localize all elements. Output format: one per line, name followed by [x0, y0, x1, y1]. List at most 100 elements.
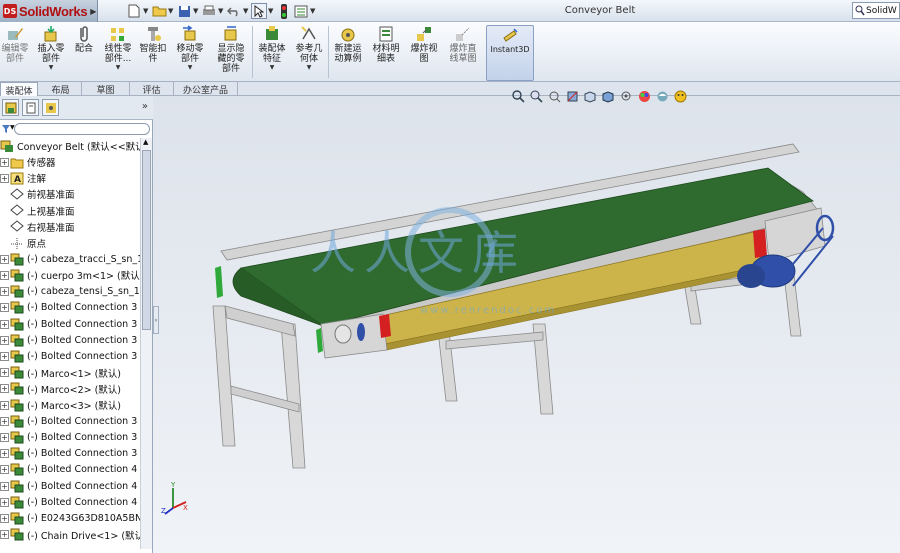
tree-item[interactable]: 上视基准面 — [0, 203, 140, 219]
tree-item[interactable]: + (-) Bolted Connection 3 — [0, 446, 140, 462]
tree-scrollbar[interactable]: ▲ — [140, 138, 152, 549]
tree-item[interactable]: 原点 — [0, 235, 140, 251]
tree-item[interactable]: + (-) Bolted Connection 3 — [0, 316, 140, 332]
tree-item[interactable]: + (-) Bolted Connection 3 — [0, 348, 140, 364]
expand-toggle-icon[interactable]: + — [0, 173, 9, 183]
assembly-features-button[interactable]: 装配体 特征 ▼ — [255, 25, 289, 81]
tree-item[interactable]: + (-) cabeza_tracci_S_sn_1 — [0, 251, 140, 267]
feature-manager-tab[interactable] — [2, 99, 19, 116]
tree-item[interactable]: + (-) Bolted Connection 4 — [0, 494, 140, 510]
tree-item[interactable]: 前视基准面 — [0, 186, 140, 202]
move-component-button[interactable]: 移动零 部件 ▼ — [172, 25, 208, 81]
expand-toggle-icon[interactable]: + — [0, 513, 9, 523]
tree-item[interactable]: + (-) Bolted Connection 4 — [0, 478, 140, 494]
chevron-down-icon[interactable]: ▼ — [243, 3, 250, 19]
chevron-down-icon[interactable]: ▼ — [268, 3, 275, 19]
show-hidden-components-button[interactable]: 显示隐 藏的零 部件 — [213, 25, 249, 81]
expand-toggle-icon[interactable]: + — [0, 432, 9, 442]
expand-toggle-icon[interactable]: + — [0, 481, 9, 491]
expand-toggle-icon[interactable]: + — [0, 400, 9, 410]
conveyor-belt-model[interactable] — [153, 96, 900, 553]
tree-item[interactable]: + (-) Bolted Connection 4 — [0, 462, 140, 478]
tree-item[interactable]: + (-) cuerpo 3m<1> (默认 — [0, 267, 140, 283]
tab-assembly[interactable]: 装配体 — [0, 82, 38, 97]
configuration-manager-tab[interactable] — [42, 99, 59, 116]
chevron-down-icon[interactable]: ▼ — [307, 64, 312, 71]
open-folder-icon[interactable] — [151, 3, 167, 19]
tree-root[interactable]: Conveyor Belt (默认<<默认 — [0, 138, 140, 154]
tab-evaluate[interactable]: 评估 — [130, 82, 174, 96]
mate-button[interactable]: 配合 — [72, 25, 96, 81]
panel-expand-icon[interactable]: » — [142, 101, 148, 112]
edit-component-button[interactable]: 编辑零 部件 — [0, 25, 30, 81]
chevron-down-icon[interactable]: ▼ — [168, 3, 175, 19]
tree-item[interactable]: + A 注解 — [0, 170, 140, 186]
graphics-area[interactable]: › Y X Z 人人文库 www.renrendoc.com — [153, 89, 900, 553]
expand-toggle-icon[interactable]: + — [0, 287, 9, 297]
expand-toggle-icon[interactable]: + — [0, 416, 9, 426]
rebuild-traffic-light-icon[interactable] — [276, 3, 292, 19]
options-icon[interactable] — [293, 3, 309, 19]
tree-item-label: (-) Bolted Connection 3 — [27, 431, 138, 443]
tab-office-products[interactable]: 办公室产品 — [174, 82, 238, 96]
bill-of-materials-button[interactable]: 材料明 细表 — [369, 25, 403, 81]
expand-toggle-icon[interactable]: + — [0, 530, 9, 540]
insert-component-button[interactable]: 插入零 部件 ▼ — [33, 25, 69, 81]
smart-fasteners-button[interactable]: 智能扣 件 — [138, 25, 168, 81]
chevron-down-icon[interactable]: ▼ — [188, 64, 193, 71]
tab-sketch[interactable]: 草图 — [82, 82, 130, 96]
tree-item[interactable]: 右视基准面 — [0, 219, 140, 235]
chevron-down-icon[interactable]: ▼ — [193, 3, 200, 19]
instant3d-label: Instant3D — [490, 45, 530, 54]
filter-input[interactable] — [14, 123, 150, 135]
tree-item[interactable]: + 传感器 — [0, 154, 140, 170]
tree-item[interactable]: + (-) Bolted Connection 3 — [0, 429, 140, 445]
subassembly-icon — [10, 463, 24, 476]
tree-item[interactable]: + (-) Bolted Connection 3 — [0, 300, 140, 316]
expand-toggle-icon[interactable]: + — [0, 384, 9, 394]
tree-item[interactable]: + (-) cabeza_tensi_S_sn_1- — [0, 284, 140, 300]
solidworks-menu-button[interactable]: DS SolidWorks ▶ — [0, 0, 98, 22]
expand-toggle-icon[interactable]: + — [0, 319, 9, 329]
reference-geometry-button[interactable]: 参考几 何体 ▼ — [292, 25, 326, 81]
tree-item[interactable]: + (-) Chain Drive<1> (默认 — [0, 527, 140, 543]
chevron-down-icon[interactable]: ▼ — [310, 3, 317, 19]
new-document-icon[interactable] — [126, 3, 142, 19]
expand-toggle-icon[interactable]: + — [0, 368, 9, 378]
new-motion-study-button[interactable]: 新建运 动算例 — [331, 25, 365, 81]
tree-item[interactable]: + (-) Marco<1> (默认) — [0, 365, 140, 381]
expand-toggle-icon[interactable]: + — [0, 303, 9, 313]
tree-item[interactable]: + (-) Marco<2> (默认) — [0, 381, 140, 397]
chevron-down-icon[interactable]: ▼ — [218, 3, 225, 19]
tree-item[interactable]: + (-) Bolted Connection 3 — [0, 413, 140, 429]
scrollbar-thumb[interactable] — [142, 150, 151, 330]
expand-toggle-icon[interactable]: + — [0, 465, 9, 475]
select-arrow-icon[interactable] — [251, 3, 267, 19]
expand-toggle-icon[interactable]: + — [0, 157, 9, 167]
expand-toggle-icon[interactable]: + — [0, 449, 9, 459]
tree-item[interactable]: + (-) Marco<3> (默认) — [0, 397, 140, 413]
scroll-up-icon[interactable]: ▲ — [143, 138, 148, 146]
print-icon[interactable] — [201, 3, 217, 19]
save-icon[interactable] — [176, 3, 192, 19]
tab-layout[interactable]: 布局 — [40, 82, 82, 96]
expand-toggle-icon[interactable]: + — [0, 254, 9, 264]
chevron-down-icon[interactable]: ▼ — [116, 64, 121, 71]
search-input[interactable]: SolidW — [852, 2, 900, 19]
tree-item[interactable]: + (-) Bolted Connection 3 — [0, 332, 140, 348]
expand-toggle-icon[interactable]: + — [0, 497, 9, 507]
expand-toggle-icon[interactable]: + — [0, 351, 9, 361]
chevron-down-icon[interactable]: ▼ — [270, 64, 275, 71]
tree-item-label: 右视基准面 — [27, 222, 75, 234]
tree-item[interactable]: + (-) E0243G63D810A5BN — [0, 510, 140, 526]
expand-toggle-icon[interactable]: + — [0, 270, 9, 280]
linear-pattern-button[interactable]: 线性零 部件... ▼ — [100, 25, 136, 81]
explode-line-sketch-button[interactable]: 爆炸直 线草图 — [445, 25, 481, 81]
chevron-down-icon[interactable]: ▼ — [143, 3, 150, 19]
undo-icon[interactable] — [226, 3, 242, 19]
expand-toggle-icon[interactable]: + — [0, 335, 9, 345]
exploded-view-button[interactable]: 爆炸视 图 — [407, 25, 441, 81]
chevron-down-icon[interactable]: ▼ — [49, 64, 54, 71]
property-manager-tab[interactable] — [22, 99, 39, 116]
instant3d-button[interactable]: Instant3D — [486, 25, 534, 81]
